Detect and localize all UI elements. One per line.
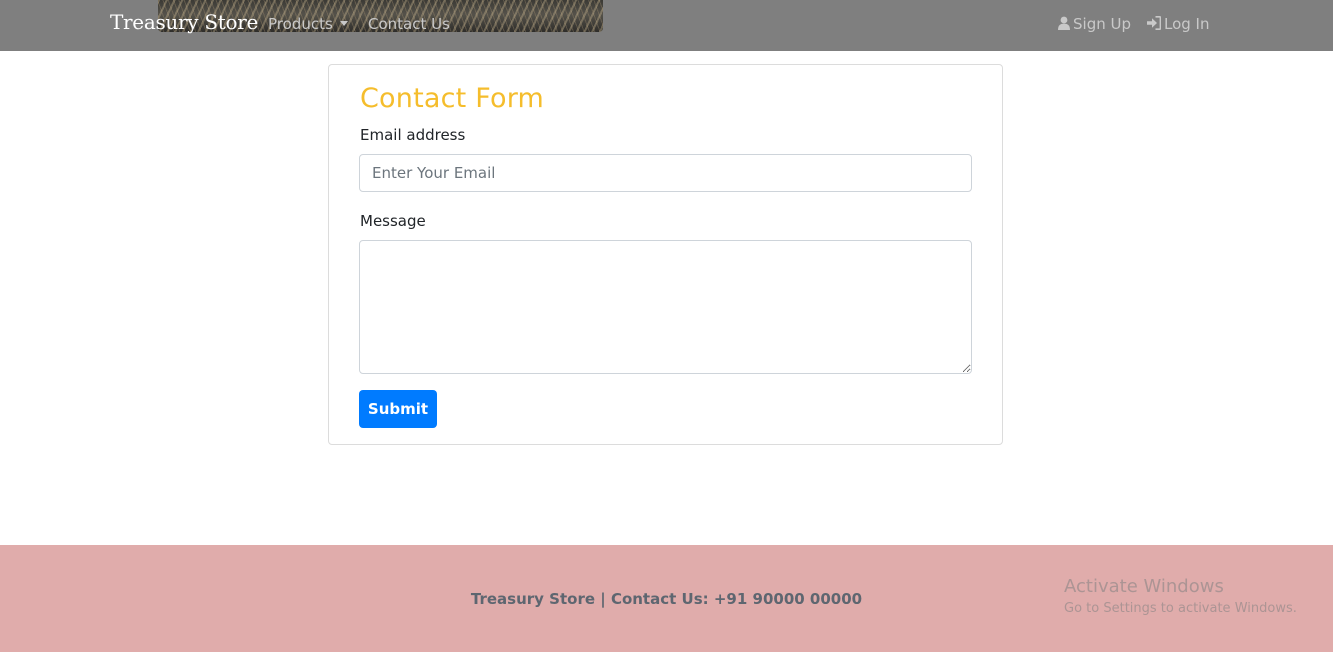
- activate-windows-subtitle: Go to Settings to activate Windows.: [1064, 601, 1297, 616]
- activate-windows-title: Activate Windows: [1064, 576, 1224, 597]
- nav-products-label: Products: [268, 15, 333, 33]
- brand-logo[interactable]: Treasury Store: [110, 10, 258, 34]
- form-title: Contact Form: [360, 83, 545, 114]
- top-navbar: Treasury Store Products Contact Us Sign …: [0, 0, 1333, 51]
- user-icon: [1058, 16, 1070, 34]
- nav-log-in[interactable]: Log In: [1147, 15, 1210, 34]
- email-input[interactable]: [359, 154, 972, 192]
- log-in-label: Log In: [1164, 15, 1210, 33]
- contact-form-card: Contact Form Email address Message Submi…: [328, 64, 1003, 445]
- nav-sign-up[interactable]: Sign Up: [1058, 15, 1131, 34]
- message-textarea[interactable]: [359, 240, 972, 374]
- submit-button[interactable]: Submit: [359, 390, 437, 428]
- sign-in-icon: [1147, 16, 1162, 34]
- footer: Treasury Store | Contact Us: +91 90000 0…: [0, 545, 1333, 652]
- sign-up-label: Sign Up: [1073, 15, 1131, 33]
- message-label: Message: [360, 212, 426, 230]
- nav-contact-us[interactable]: Contact Us: [368, 15, 450, 33]
- email-label: Email address: [360, 126, 466, 144]
- nav-products-dropdown[interactable]: Products: [268, 15, 348, 33]
- caret-down-icon: [339, 21, 348, 26]
